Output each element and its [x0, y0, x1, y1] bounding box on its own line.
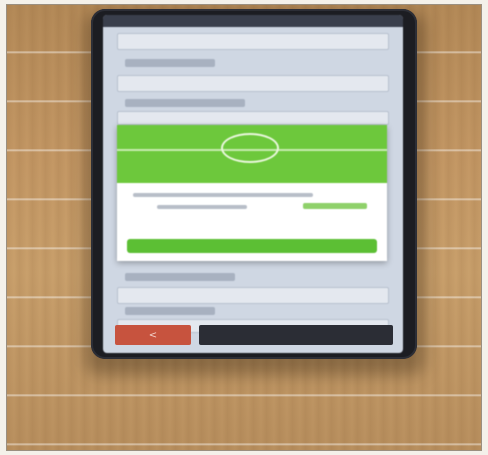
dialog-logo-icon [221, 133, 279, 163]
dialog-message-line-1 [133, 193, 313, 197]
back-button[interactable]: < [115, 325, 191, 345]
dialog-message-line-2 [157, 205, 247, 209]
status-bar [103, 15, 403, 27]
form-label-5 [125, 307, 215, 315]
dialog-confirm-button[interactable] [127, 239, 377, 253]
phone-screen [103, 15, 403, 353]
smartphone [91, 9, 417, 359]
form-label-3 [125, 99, 245, 107]
form-label-2 [125, 59, 215, 67]
dialog-action-link[interactable] [303, 203, 367, 209]
photograph: < [6, 4, 482, 451]
form-field-2[interactable] [117, 75, 389, 92]
dialog-header [117, 125, 387, 183]
form-field-1[interactable] [117, 33, 389, 50]
form-field-4[interactable] [117, 287, 389, 304]
next-button[interactable] [199, 325, 393, 345]
form-label-4 [125, 273, 235, 281]
bottom-nav-bar: < [115, 325, 393, 345]
confirmation-dialog [117, 125, 387, 261]
form-field-3[interactable] [117, 111, 389, 125]
